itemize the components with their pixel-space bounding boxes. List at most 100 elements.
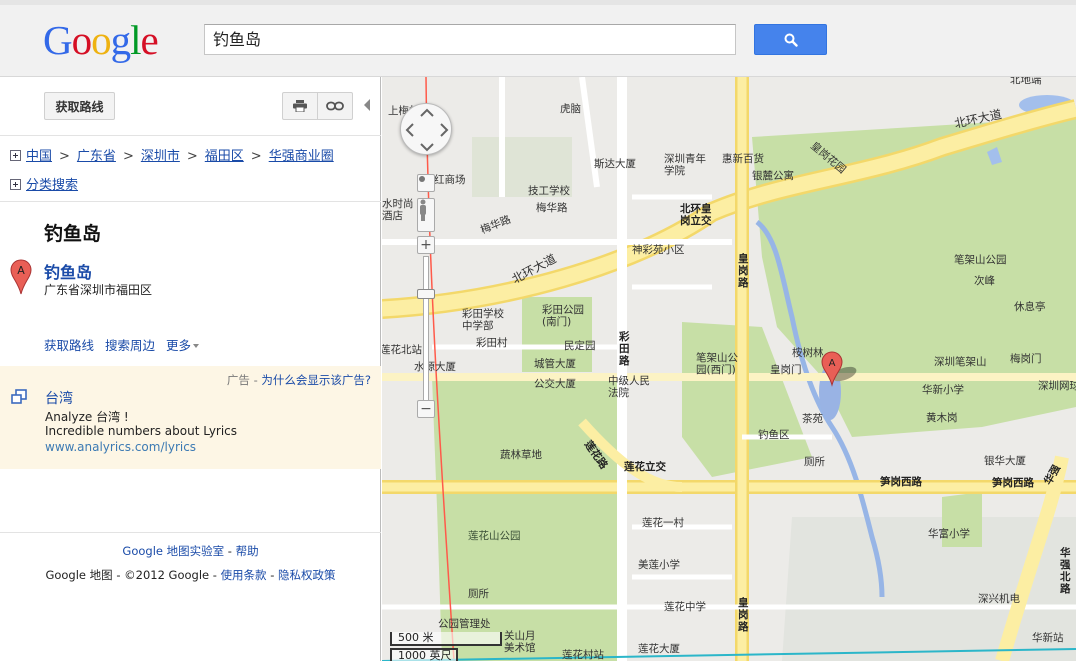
caret-down-icon bbox=[193, 344, 200, 348]
breadcrumb-item[interactable]: 深圳市 bbox=[141, 149, 180, 164]
category-search: 分类搜索 bbox=[10, 174, 78, 193]
marker-letter: A bbox=[17, 264, 25, 277]
map-label: 虎脑 bbox=[560, 103, 581, 115]
collapse-panel-icon[interactable] bbox=[364, 99, 370, 111]
map-label: 红商场 bbox=[434, 174, 466, 186]
print-button[interactable] bbox=[283, 93, 317, 119]
copyright-text: Google 地图 - ©2012 Google - bbox=[45, 568, 221, 582]
ad-panel: 广告 - 为什么会显示该广告? 台湾 Analyze 台湾 ! Incredib… bbox=[0, 366, 381, 469]
google-logo[interactable]: Google bbox=[43, 17, 159, 63]
why-ad-link[interactable]: 为什么会显示该广告? bbox=[261, 373, 371, 387]
more-link[interactable]: 更多 bbox=[166, 338, 200, 353]
ad-text: Incredible numbers about Lyrics bbox=[45, 424, 238, 438]
map-label: 华新小学 bbox=[922, 384, 964, 396]
privacy-link[interactable]: 隐私权政策 bbox=[278, 568, 336, 582]
map-label: 深圳笔架山 bbox=[934, 356, 987, 368]
zoom-track[interactable] bbox=[423, 256, 429, 406]
map-label: 彩田村 bbox=[476, 337, 508, 349]
map-label: 皇岗门 bbox=[770, 364, 802, 376]
search-nearby-link[interactable]: 搜索周边 bbox=[105, 338, 155, 353]
map-label: 彩田学校中学部 bbox=[462, 308, 504, 332]
breadcrumb-separator: > bbox=[59, 149, 70, 164]
tool-buttons bbox=[282, 92, 353, 120]
top-bar: Google 钓鱼岛 bbox=[0, 0, 1076, 77]
ad-url-link[interactable]: www.analyrics.com/lyrics bbox=[45, 440, 196, 454]
search-input[interactable]: 钓鱼岛 bbox=[204, 24, 736, 55]
map-label: 笋岗西路 bbox=[880, 476, 922, 488]
map-label: 华富小学 bbox=[928, 528, 970, 540]
map-label: 美莲小学 bbox=[638, 559, 680, 571]
map-label: 蔬林草地 bbox=[500, 449, 542, 461]
breadcrumb-item[interactable]: 广东省 bbox=[77, 149, 116, 164]
scale-metric: 500 米 bbox=[390, 632, 502, 646]
print-icon bbox=[293, 100, 307, 112]
zoom-target-icon[interactable] bbox=[417, 174, 435, 192]
ad-sep: - bbox=[249, 373, 262, 387]
ad-text: Analyze 台湾 ! bbox=[45, 410, 129, 424]
help-link[interactable]: 帮助 bbox=[236, 544, 259, 558]
sidebar-panel: 获取路线 中国 > 广东省 > 深圳市 > 福田区 > 华强商业圈 分类搜索 钓鱼岛 A 钓鱼岛… bbox=[0, 77, 381, 661]
breadcrumb-separator: > bbox=[250, 149, 262, 164]
link-icon bbox=[326, 101, 344, 111]
result-marker-icon[interactable]: A bbox=[10, 259, 32, 295]
map-label: 茶苑 bbox=[802, 413, 823, 425]
pan-control[interactable] bbox=[400, 103, 452, 155]
map-label: 水时尚酒店 bbox=[382, 198, 414, 222]
map-label: 彩田公园(南门) bbox=[542, 304, 584, 328]
breadcrumb: 中国 > 广东省 > 深圳市 > 福田区 > 华强商业圈 bbox=[10, 145, 334, 164]
scale-imperial: 1000 英尺 bbox=[390, 648, 458, 661]
map-label: 莲花中学 bbox=[664, 601, 706, 613]
terms-link[interactable]: 使用条款 bbox=[221, 568, 267, 582]
map-label: 神彩苑小区 bbox=[632, 244, 685, 256]
map-label: 次峰 bbox=[974, 275, 995, 287]
breadcrumb-item[interactable]: 中国 bbox=[26, 149, 52, 164]
directions-link[interactable]: 获取路线 bbox=[44, 338, 94, 353]
breadcrumb-item[interactable]: 华强商业圈 bbox=[269, 149, 334, 164]
zoom-out-button[interactable]: − bbox=[417, 400, 435, 418]
zoom-in-button[interactable]: + bbox=[417, 236, 435, 254]
map-label: 厕所 bbox=[804, 456, 825, 468]
map-label: 笋岗西路 bbox=[992, 477, 1034, 489]
get-directions-button[interactable]: 获取路线 bbox=[44, 92, 115, 120]
result-title-link[interactable]: 钓鱼岛 bbox=[44, 259, 92, 283]
expand-icon[interactable] bbox=[10, 179, 21, 190]
map-label: 北地端 bbox=[1010, 77, 1042, 86]
breadcrumb-item[interactable]: 福田区 bbox=[205, 149, 244, 164]
map-marker-letter: A bbox=[829, 358, 836, 369]
map-label: 莲花一村 bbox=[642, 517, 684, 529]
map-label: 斯达大厦 bbox=[594, 158, 636, 170]
sidebar-footer: Google 地图实验室 - 帮助 Google 地图 - ©2012 Goog… bbox=[0, 543, 381, 583]
map-label: 梅岗门 bbox=[1010, 353, 1042, 365]
map-label: 莲花山公园 bbox=[468, 530, 521, 542]
search-icon bbox=[784, 33, 798, 47]
map-label: 技工学校 bbox=[528, 185, 570, 197]
map-label: 华强北路 bbox=[1060, 547, 1071, 595]
category-search-link[interactable]: 分类搜索 bbox=[26, 178, 78, 193]
map-label: 惠新百货 bbox=[722, 153, 764, 165]
map-label: 深兴机电 bbox=[978, 593, 1020, 605]
map-label: 厕所 bbox=[468, 588, 489, 600]
divider bbox=[0, 201, 381, 202]
map-label: 城管大厦 bbox=[534, 358, 576, 370]
map-label: 黄木岗 bbox=[926, 412, 958, 424]
map-label: 莲花北站 bbox=[382, 344, 422, 356]
search-button[interactable] bbox=[754, 24, 827, 55]
map-label: 华新站 bbox=[1032, 632, 1064, 644]
map-label: 民定园 bbox=[564, 340, 596, 352]
map-canvas[interactable]: A 上梅林 虎脑 北地端 北环大道 北环大道 斯达大厦 深圳青年学院 惠新百货 … bbox=[382, 77, 1076, 661]
map-label: 公园管理处 bbox=[438, 618, 491, 630]
map-label: 关山月美术馆 bbox=[504, 630, 536, 654]
zoom-slider-handle[interactable] bbox=[417, 289, 435, 299]
map-label: 银华大厦 bbox=[984, 455, 1026, 467]
divider bbox=[0, 135, 381, 136]
map-label: 皇岗路 bbox=[738, 597, 749, 633]
result-address: 广东省深圳市福田区 bbox=[44, 283, 153, 297]
expand-icon[interactable] bbox=[10, 150, 21, 161]
ad-icon bbox=[11, 389, 27, 404]
street-view-pegman-icon[interactable] bbox=[417, 198, 435, 232]
link-button[interactable] bbox=[317, 93, 352, 119]
divider bbox=[0, 532, 381, 533]
map-label: 中级人民法院 bbox=[608, 375, 650, 399]
ad-title-link[interactable]: 台湾 bbox=[45, 388, 73, 408]
maps-labs-link[interactable]: Google 地图实验室 bbox=[122, 544, 224, 558]
